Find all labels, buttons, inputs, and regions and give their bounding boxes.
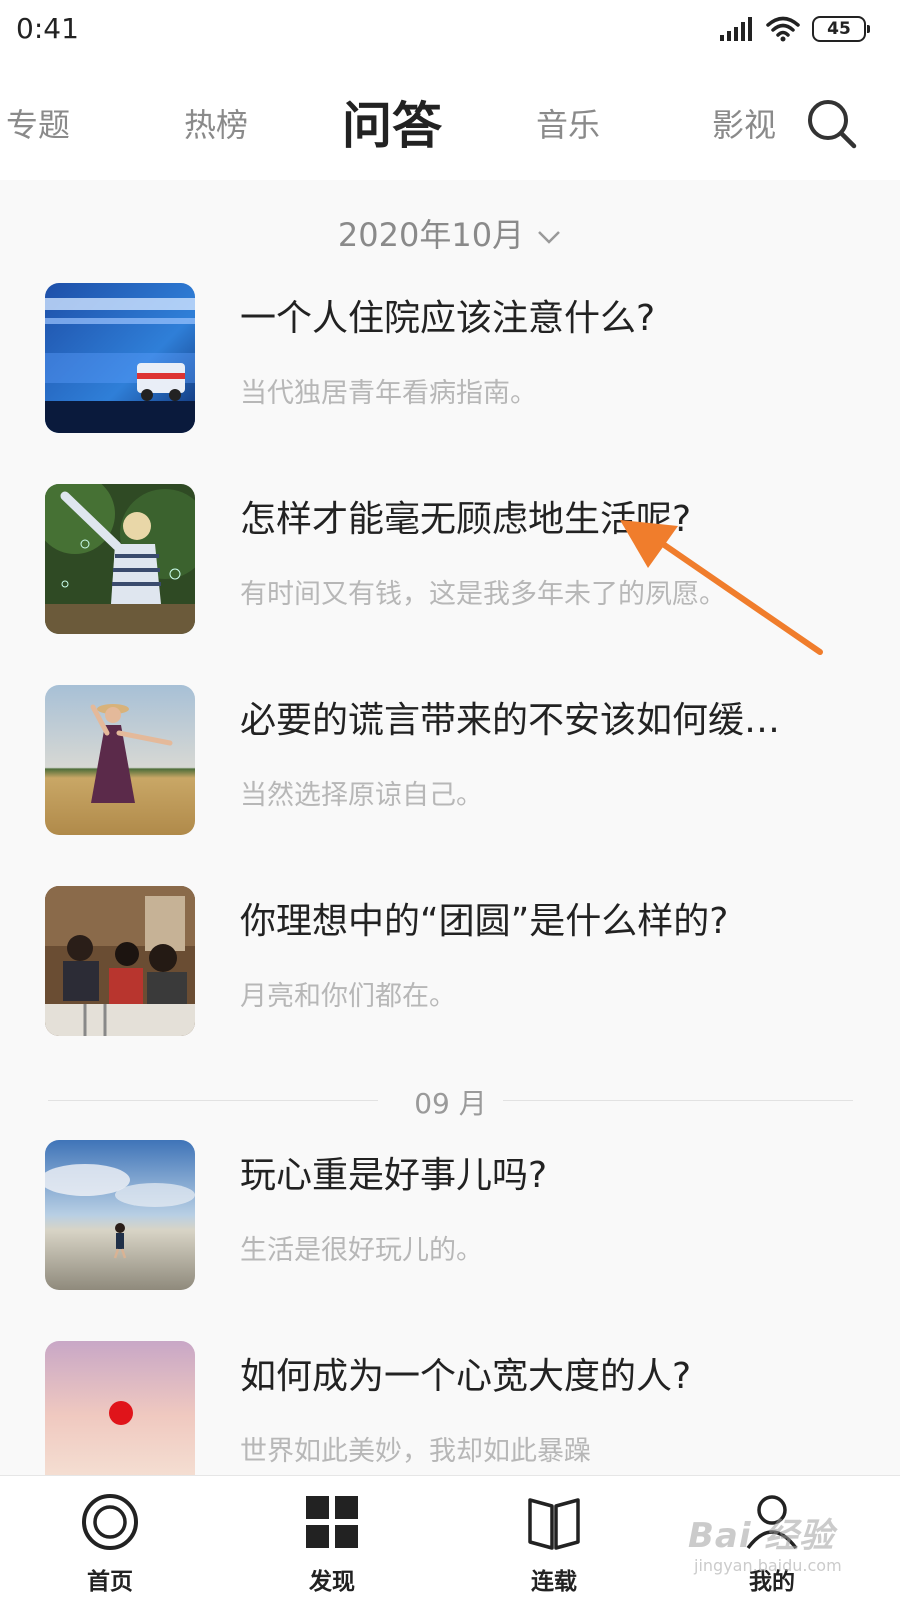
book-icon [528, 1498, 580, 1550]
nav-home[interactable]: 首页 [50, 1476, 170, 1600]
watermark-sub: jingyan.baidu.com [694, 1556, 842, 1575]
tab-film-tv[interactable]: 影视 [712, 100, 776, 146]
baidu-jingyan-watermark: Bai 经验 jingyan.baidu.com [688, 1508, 868, 1588]
wifi-icon [766, 16, 800, 42]
woman-field-photo [45, 685, 195, 835]
search-icon[interactable] [804, 96, 860, 152]
item-subtitle: 月亮和你们都在。 [240, 981, 456, 1012]
grid-icon [306, 1496, 358, 1548]
tab-topics[interactable]: 专题 [6, 100, 70, 146]
item-title: 如何成为一个心宽大度的人? [240, 1356, 692, 1397]
battery-level: 45 [827, 19, 851, 39]
nav-serial[interactable]: 连载 [494, 1476, 614, 1600]
month-divider: 09 月 [48, 1080, 853, 1120]
status-bar: 0:41 45 [0, 0, 900, 60]
nav-discover[interactable]: 发现 [272, 1476, 392, 1600]
top-tab-bar: 专题 热榜 问答 音乐 影视 [0, 60, 900, 180]
list-item[interactable]: 你理想中的“团圆”是什么样的? 月亮和你们都在。 [0, 886, 900, 1036]
item-subtitle: 世界如此美妙，我却如此暴躁 [240, 1436, 591, 1467]
tab-music[interactable]: 音乐 [536, 100, 600, 146]
list-item[interactable]: 怎样才能毫无顾虑地生活呢? 有时间又有钱，这是我多年未了的夙愿。 [0, 484, 900, 634]
item-title: 玩心重是好事儿吗? [240, 1155, 548, 1196]
nav-label: 发现 [309, 1569, 355, 1595]
watermark-main: Bai 经验 [688, 1516, 835, 1556]
battery-icon: 45 [812, 16, 870, 42]
item-title: 怎样才能毫无顾虑地生活呢? [240, 499, 692, 540]
divider-label: 09 月 [414, 1087, 487, 1120]
tab-hot-list[interactable]: 热榜 [184, 100, 248, 146]
item-subtitle: 有时间又有钱，这是我多年未了的夙愿。 [240, 579, 726, 610]
list-item[interactable]: 如何成为一个心宽大度的人? 世界如此美妙，我却如此暴躁 [0, 1341, 900, 1475]
qa-list: 2020年10月 一个人住院应该注意什么? 当代独居青年看病指南。 怎样才能毫无… [0, 180, 900, 1475]
item-title: 一个人住院应该注意什么? [240, 298, 656, 339]
item-title: 你理想中的“团圆”是什么样的? [240, 901, 729, 942]
child-bubbles-photo [45, 484, 195, 634]
list-item[interactable]: 一个人住院应该注意什么? 当代独居青年看病指南。 [0, 283, 900, 433]
month-label: 2020年10月 [337, 216, 525, 254]
item-subtitle: 当然选择原谅自己。 [240, 780, 483, 811]
home-circle-icon [82, 1494, 138, 1550]
signal-icon [720, 17, 752, 41]
status-time: 0:41 [16, 12, 79, 45]
nav-label: 连载 [531, 1569, 577, 1595]
nav-label: 首页 [87, 1569, 133, 1595]
beach-child-photo [45, 1140, 195, 1290]
ambulance-photo [45, 283, 195, 433]
status-icons: 45 [720, 16, 870, 42]
list-item[interactable]: 必要的谎言带来的不安该如何缓… 当然选择原谅自己。 [0, 685, 900, 835]
list-item[interactable]: 玩心重是好事儿吗? 生活是很好玩儿的。 [0, 1140, 900, 1290]
divider-line-right [503, 1100, 853, 1101]
item-title: 必要的谎言带来的不安该如何缓… [240, 700, 781, 741]
item-subtitle: 生活是很好玩儿的。 [240, 1235, 483, 1266]
item-subtitle: 当代独居青年看病指南。 [240, 378, 537, 409]
red-sun-photo [45, 1341, 195, 1475]
bottom-nav: 首页 发现 连载 我的 Bai 经验 jingyan.baidu.com [0, 1475, 900, 1600]
chevron-down-icon [538, 231, 560, 244]
month-selector[interactable]: 2020年10月 [0, 210, 900, 256]
family-dinner-photo [45, 886, 195, 1036]
tab-qa[interactable]: 问答 [342, 86, 442, 158]
